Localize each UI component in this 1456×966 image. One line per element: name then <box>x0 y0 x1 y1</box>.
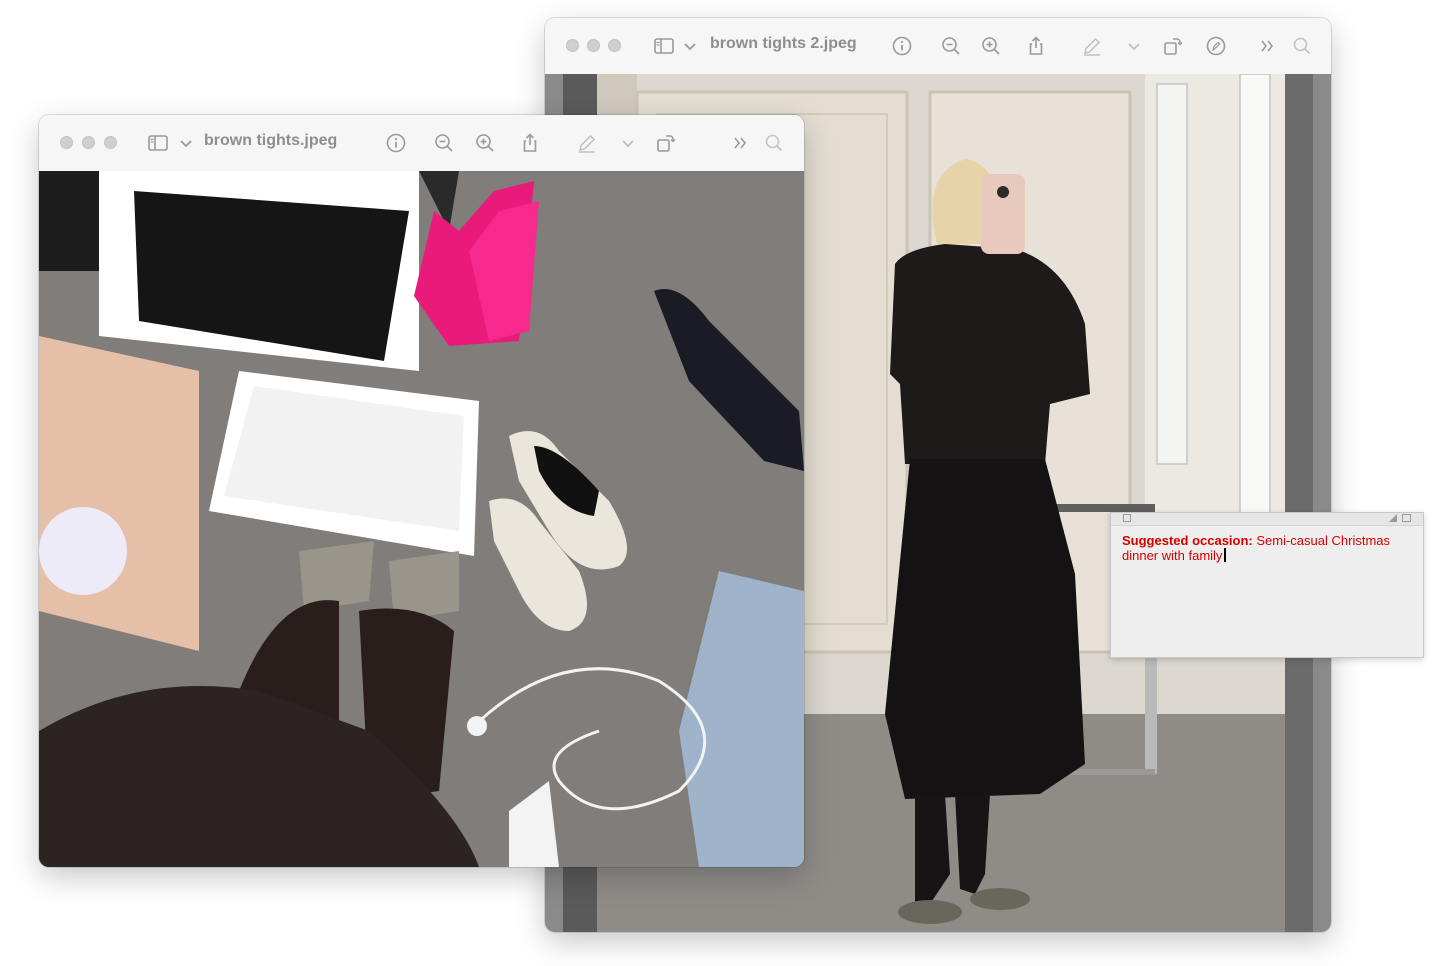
chevron-down-icon[interactable] <box>678 34 696 58</box>
zoom-out-icon[interactable] <box>432 131 456 155</box>
chevron-down-icon[interactable] <box>616 131 634 155</box>
preview-window-front[interactable]: brown tights.jpeg <box>39 115 804 867</box>
window-title: brown tights 2.jpeg <box>710 35 857 52</box>
share-icon[interactable] <box>1024 34 1048 58</box>
minimize-button[interactable] <box>587 39 600 52</box>
more-icon[interactable] <box>728 131 752 155</box>
zoom-button[interactable] <box>104 136 117 149</box>
resize-note-icon[interactable] <box>1389 514 1397 522</box>
search-icon[interactable] <box>762 131 786 155</box>
info-icon[interactable] <box>384 131 408 155</box>
titlebar[interactable]: brown tights.jpeg <box>39 115 804 172</box>
chevron-down-icon[interactable] <box>174 131 192 155</box>
info-icon[interactable] <box>890 34 914 58</box>
text-cursor <box>1224 548 1227 562</box>
more-icon[interactable] <box>1255 34 1279 58</box>
annotation-note[interactable]: Suggested occasion: Semi-casual Christma… <box>1110 512 1424 658</box>
share-icon[interactable] <box>518 131 542 155</box>
rotate-icon[interactable] <box>654 131 678 155</box>
collapse-note-icon[interactable] <box>1402 514 1411 522</box>
close-button[interactable] <box>60 136 73 149</box>
image-view <box>39 171 804 867</box>
zoom-out-icon[interactable] <box>939 34 963 58</box>
close-note-icon[interactable] <box>1123 514 1131 522</box>
zoom-in-icon[interactable] <box>473 131 497 155</box>
zoom-button[interactable] <box>608 39 621 52</box>
markup-pen-icon[interactable] <box>1080 34 1104 58</box>
zoom-in-icon[interactable] <box>979 34 1003 58</box>
note-text[interactable]: Suggested occasion: Semi-casual Christma… <box>1111 526 1423 570</box>
rotate-icon[interactable] <box>1161 34 1185 58</box>
markup-circle-icon[interactable] <box>1204 34 1228 58</box>
note-titlebar[interactable] <box>1111 513 1423 526</box>
sidebar-icon[interactable] <box>652 34 676 58</box>
search-icon[interactable] <box>1290 34 1314 58</box>
minimize-button[interactable] <box>82 136 95 149</box>
note-label: Suggested occasion: <box>1122 533 1253 548</box>
titlebar[interactable]: brown tights 2.jpeg <box>545 18 1331 75</box>
close-button[interactable] <box>566 39 579 52</box>
sidebar-icon[interactable] <box>146 131 170 155</box>
markup-pen-icon[interactable] <box>575 131 599 155</box>
chevron-down-icon[interactable] <box>1122 34 1140 58</box>
window-title: brown tights.jpeg <box>204 132 338 149</box>
shoes-floor-photo <box>39 171 804 867</box>
